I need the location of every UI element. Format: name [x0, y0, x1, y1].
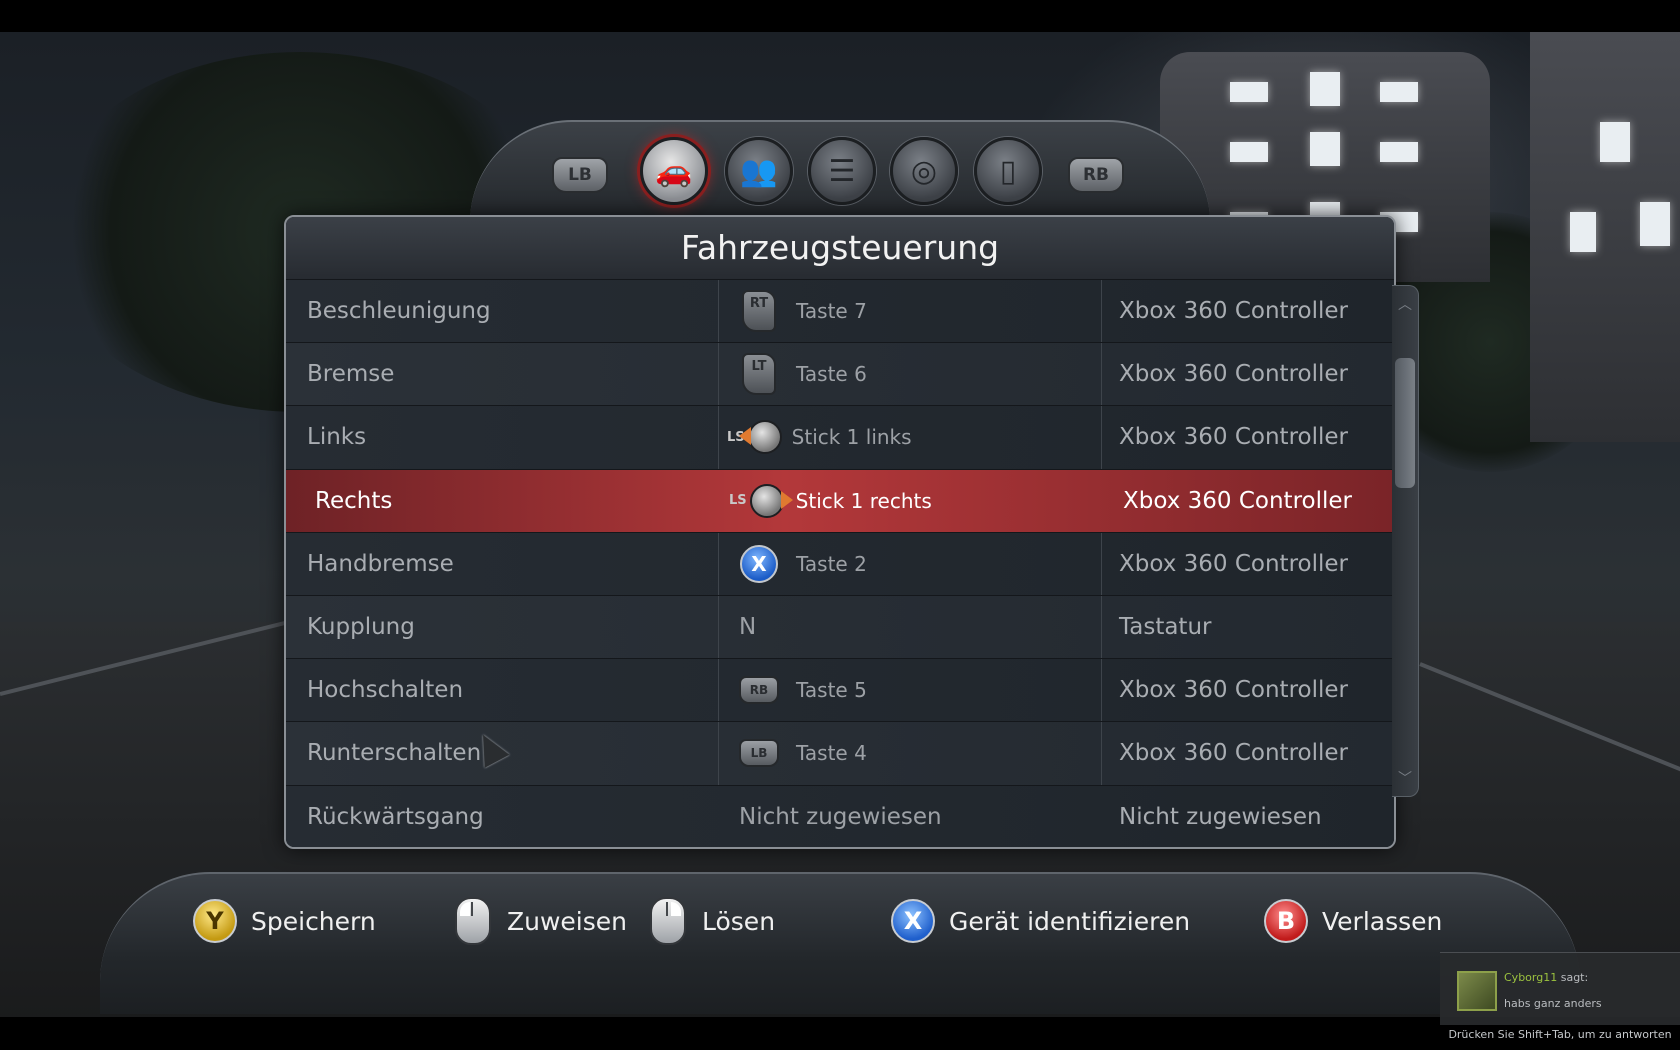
key-cell[interactable]: LB Taste 4 [718, 722, 1102, 785]
device-label: Xbox 360 Controller [1119, 361, 1348, 388]
list-scrollbar[interactable]: ︿ ﹀ [1392, 285, 1419, 797]
key-cell[interactable]: N [718, 595, 1102, 659]
key-label: Taste 6 [796, 362, 867, 387]
rb-shoulder-button[interactable]: RB [1068, 157, 1124, 193]
control-row-reverse[interactable]: Rückwärtsgang Nicht zugewiesen Nicht zug… [286, 784, 1394, 848]
avatar [1457, 971, 1497, 1011]
device-label: Xbox 360 Controller [1119, 550, 1348, 577]
control-row-shift-down[interactable]: Runterschalten LB Taste 4 Xbox 360 Contr… [286, 721, 1394, 785]
scroll-thumb[interactable] [1395, 358, 1415, 488]
lb-shoulder-button[interactable]: LB [552, 157, 608, 193]
left-stick-left-icon [738, 417, 782, 457]
y-button-icon: Y [193, 899, 237, 943]
tab-settings-list[interactable]: ☰ [808, 137, 876, 205]
controls-list: Beschleunigung RT Taste 7 Xbox 360 Contr… [286, 279, 1394, 848]
left-stick-right-icon [749, 481, 793, 521]
key-cell[interactable]: LT Taste 6 [718, 343, 1102, 406]
wheel-joystick-icon: ◎ [910, 153, 938, 189]
save-label: Speichern [251, 906, 376, 936]
settings-list-icon: ☰ [828, 153, 856, 189]
chat-says: sagt: [1560, 971, 1589, 984]
exit-prompt[interactable]: B Verlassen [1264, 896, 1442, 946]
b-button-icon: B [1264, 899, 1308, 943]
identify-label: Gerät identifizieren [949, 906, 1191, 936]
release-prompt[interactable]: Lösen [650, 896, 775, 946]
right-mouse-icon [650, 897, 686, 945]
key-label: Stick 1 rechts [795, 488, 932, 513]
key-cell[interactable]: LS Stick 1 rechts [718, 470, 1102, 532]
key-label: Taste 7 [796, 299, 867, 324]
device-label: Xbox 360 Controller [1123, 487, 1352, 514]
key-label: Taste 2 [796, 551, 867, 576]
chat-reply-hint: Drücken Sie Shift+Tab, um zu antworten [1448, 1028, 1672, 1041]
control-row-brake[interactable]: Bremse LT Taste 6 Xbox 360 Controller [286, 342, 1394, 406]
key-label: Stick 1 links [791, 425, 912, 450]
key-cell[interactable]: X Taste 2 [718, 532, 1102, 595]
release-label: Lösen [702, 906, 776, 936]
assign-label: Zuweisen [507, 906, 627, 936]
tab-wheel-joystick[interactable]: ◎ [890, 137, 958, 205]
panel-title: Fahrzeugsteuerung [286, 217, 1394, 279]
action-label: Hochschalten [307, 677, 464, 704]
assign-prompt[interactable]: Zuweisen [455, 896, 627, 946]
identify-device-prompt[interactable]: X Gerät identifizieren [891, 896, 1190, 946]
device-label: Xbox 360 Controller [1119, 740, 1348, 767]
control-row-accelerate[interactable]: Beschleunigung RT Taste 7 Xbox 360 Contr… [286, 279, 1394, 343]
save-prompt[interactable]: Y Speichern [193, 896, 376, 946]
action-label: Beschleunigung [307, 298, 491, 325]
action-label: Links [307, 424, 367, 451]
chat-sender: Cyborg11 sagt: [1504, 971, 1588, 984]
action-label: Bremse [307, 361, 395, 388]
lt-trigger-icon: LT [739, 353, 779, 396]
action-label: Handbremse [307, 550, 454, 577]
chat-message: habs ganz anders [1504, 997, 1602, 1010]
chevron-up-icon[interactable]: ︿ [1396, 294, 1414, 314]
device-label: Tastatur [1119, 614, 1212, 641]
action-label: Rechts [315, 487, 393, 514]
mouse-icon: ▯ [999, 153, 1017, 189]
key-label: N [739, 614, 757, 641]
control-row-shift-up[interactable]: Hochschalten RB Taste 5 Xbox 360 Control… [286, 658, 1394, 722]
device-label: Nicht zugewiesen [1119, 803, 1322, 830]
control-row-right[interactable]: Rechts LS Stick 1 rechts Xbox 360 Contro… [286, 468, 1394, 532]
key-label: Taste 5 [796, 678, 867, 703]
rt-trigger-icon: RT [739, 290, 779, 333]
chat-notification[interactable]: Cyborg11 sagt: habs ganz anders [1440, 952, 1680, 1025]
tab-mouse[interactable]: ▯ [974, 137, 1042, 205]
car-icon: 🚗 [655, 153, 693, 189]
key-label: Taste 4 [796, 741, 867, 766]
control-row-clutch[interactable]: Kupplung N Tastatur [286, 594, 1394, 659]
control-row-left[interactable]: Links LS Stick 1 links Xbox 360 Controll… [286, 405, 1394, 469]
device-label: Xbox 360 Controller [1119, 298, 1348, 325]
key-cell[interactable]: RB Taste 5 [718, 659, 1102, 722]
action-label: Rückwärtsgang [307, 803, 484, 830]
ls-label: LS [729, 493, 747, 509]
lb-bumper-icon: LB [739, 733, 779, 773]
controls-panel: Fahrzeugsteuerung Beschleunigung RT Tast… [284, 215, 1396, 849]
tab-vehicle-controls[interactable]: 🚗 [640, 137, 708, 205]
key-cell[interactable]: RT Taste 7 [718, 280, 1102, 343]
x-button-icon: X [891, 899, 935, 943]
device-label: Xbox 360 Controller [1119, 677, 1348, 704]
key-cell[interactable]: LS Stick 1 links [718, 406, 1102, 469]
key-label: Nicht zugewiesen [739, 803, 942, 830]
chat-username: Cyborg11 [1504, 971, 1558, 984]
left-mouse-icon [455, 897, 491, 945]
control-row-handbrake[interactable]: Handbremse X Taste 2 Xbox 360 Controller [286, 531, 1394, 595]
action-label: Kupplung [307, 614, 415, 641]
chevron-down-icon[interactable]: ﹀ [1396, 768, 1414, 788]
building-right [1530, 32, 1680, 442]
rb-bumper-icon: RB [739, 670, 779, 710]
device-label: Xbox 360 Controller [1119, 424, 1348, 451]
tab-players[interactable]: 👥 [725, 137, 793, 205]
players-icon: 👥 [740, 153, 778, 189]
x-button-icon: X [739, 544, 779, 584]
exit-label: Verlassen [1322, 906, 1443, 936]
key-cell[interactable]: Nicht zugewiesen [718, 786, 1102, 848]
